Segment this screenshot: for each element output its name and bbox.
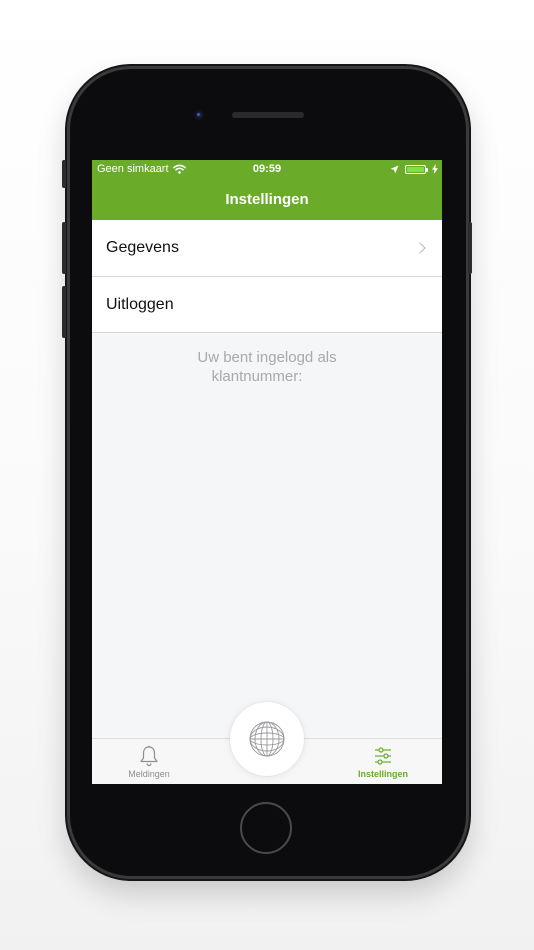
location-icon (390, 164, 399, 174)
menu-item-label: Uitloggen (106, 295, 174, 313)
menu-item-label: Gegevens (106, 239, 179, 256)
login-info-line2: klantnummer: (211, 368, 303, 385)
tab-meldingen[interactable]: Meldingen (104, 739, 194, 784)
tab-instellingen[interactable]: Instellingen (338, 739, 428, 784)
status-right-group (390, 164, 438, 174)
chevron-right-icon (414, 242, 426, 254)
login-info: Uw bent ingelogd als klantnummer: (92, 348, 442, 386)
menu-item-uitloggen[interactable]: Uitloggen (92, 276, 442, 332)
sliders-icon (375, 747, 391, 765)
bell-icon (140, 745, 158, 767)
mute-switch (62, 160, 66, 188)
power-button (468, 222, 472, 274)
battery-icon (405, 164, 428, 174)
app-screen: Geen simkaart 09:59 Instellingen Gegeven… (92, 160, 442, 784)
login-info-line1: Uw bent ingelogd als (197, 349, 337, 366)
volume-down-button (62, 286, 66, 338)
front-camera (194, 110, 204, 120)
navigation-bar: Instellingen (92, 180, 442, 220)
home-button[interactable] (240, 802, 292, 854)
center-action-button[interactable] (230, 702, 304, 776)
tab-label: Instellingen (357, 769, 408, 779)
charging-bolt-icon (432, 164, 438, 174)
page-title: Instellingen (225, 191, 309, 208)
settings-list: Gegevens Uitloggen (92, 220, 442, 333)
volume-up-button (62, 222, 66, 274)
menu-item-gegevens[interactable]: Gegevens (92, 220, 442, 276)
earpiece-speaker (232, 112, 304, 118)
tab-label: Meldingen (128, 769, 170, 779)
globe-icon (249, 721, 285, 757)
status-bar: Geen simkaart 09:59 (92, 160, 442, 180)
